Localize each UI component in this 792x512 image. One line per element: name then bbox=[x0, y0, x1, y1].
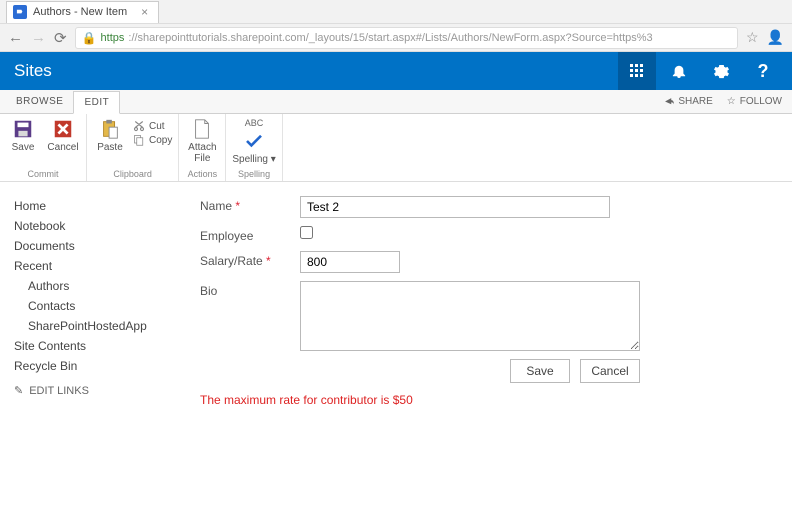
url-field[interactable]: 🔒 https ://sharepointtutorials.sharepoin… bbox=[75, 27, 738, 49]
suite-icons: ? bbox=[618, 52, 782, 90]
notifications-icon[interactable] bbox=[660, 52, 698, 90]
browser-tab[interactable]: Authors - New Item × bbox=[6, 1, 159, 23]
form-cancel-button[interactable]: Cancel bbox=[580, 359, 640, 383]
name-field[interactable] bbox=[300, 196, 610, 218]
ribbon-group-label: Actions bbox=[188, 169, 218, 179]
edit-links-button[interactable]: ✎ EDIT LINKS bbox=[14, 384, 174, 397]
employee-label: Employee bbox=[200, 226, 300, 243]
ribbon-group-label: Commit bbox=[28, 169, 59, 179]
settings-icon[interactable] bbox=[702, 52, 740, 90]
attach-file-button[interactable]: Attach File bbox=[185, 118, 219, 164]
ribbon-tabs: BROWSE EDIT SHARE ☆FOLLOW bbox=[0, 90, 792, 114]
share-button[interactable]: SHARE bbox=[663, 96, 712, 107]
save-icon bbox=[12, 118, 34, 140]
name-label: Name * bbox=[200, 196, 300, 213]
reload-icon[interactable]: ⟳ bbox=[54, 29, 67, 47]
back-icon[interactable]: ← bbox=[8, 29, 23, 46]
paste-button[interactable]: Paste bbox=[93, 118, 127, 153]
pencil-icon: ✎ bbox=[14, 384, 23, 397]
ribbon-group-actions: Attach File Actions bbox=[179, 114, 226, 181]
form-save-button[interactable]: Save bbox=[510, 359, 570, 383]
ribbon-group-spelling: ABC Spelling ▾ Spelling bbox=[226, 114, 282, 181]
ribbon-group-clipboard: Paste Cut Copy Clipboard bbox=[87, 114, 179, 181]
ribbon: Save Cancel Commit Paste Cut bbox=[0, 114, 792, 182]
spelling-button[interactable]: ABC Spelling ▾ bbox=[232, 118, 275, 165]
close-icon[interactable]: × bbox=[141, 5, 148, 19]
forward-icon[interactable]: → bbox=[31, 29, 46, 46]
suite-bar: Sites ? bbox=[0, 52, 792, 90]
sidebar-item-contacts[interactable]: Contacts bbox=[14, 296, 174, 316]
sidebar-item-recyclebin[interactable]: Recycle Bin bbox=[14, 356, 174, 376]
sidebar-item-documents[interactable]: Documents bbox=[14, 236, 174, 256]
spelling-icon bbox=[243, 130, 265, 152]
sidebar-item-app[interactable]: SharePointHostedApp bbox=[14, 316, 174, 336]
app-launcher-icon[interactable] bbox=[618, 52, 656, 90]
sharepoint-favicon-icon bbox=[13, 5, 27, 19]
user-icon[interactable]: 👤 bbox=[767, 29, 784, 46]
star-icon[interactable]: ☆ bbox=[746, 29, 759, 46]
sidebar: Home Notebook Documents Recent Authors C… bbox=[0, 182, 180, 421]
salary-label: Salary/Rate * bbox=[200, 251, 300, 268]
url-text: ://sharepointtutorials.sharepoint.com/_l… bbox=[128, 32, 652, 44]
save-button[interactable]: Save bbox=[6, 118, 40, 153]
sidebar-item-authors[interactable]: Authors bbox=[14, 276, 174, 296]
browser-tab-strip: Authors - New Item × bbox=[0, 0, 792, 24]
sidebar-item-sitecontents[interactable]: Site Contents bbox=[14, 336, 174, 356]
ribbon-group-label: Clipboard bbox=[113, 169, 152, 179]
paste-icon bbox=[99, 118, 121, 140]
ribbon-group-commit: Save Cancel Commit bbox=[0, 114, 87, 181]
new-item-form: Name * Employee Salary/Rate * Bio Save C… bbox=[180, 182, 792, 421]
validation-message: The maximum rate for contributor is $50 bbox=[200, 393, 772, 407]
sidebar-item-notebook[interactable]: Notebook bbox=[14, 216, 174, 236]
employee-checkbox[interactable] bbox=[300, 226, 313, 239]
cancel-button[interactable]: Cancel bbox=[46, 118, 80, 153]
bio-field[interactable] bbox=[300, 281, 640, 351]
sidebar-item-recent[interactable]: Recent bbox=[14, 256, 174, 276]
browser-url-bar: ← → ⟳ 🔒 https ://sharepointtutorials.sha… bbox=[0, 24, 792, 52]
suite-title: Sites bbox=[14, 61, 52, 81]
follow-button[interactable]: ☆FOLLOW bbox=[727, 96, 782, 107]
lock-icon: 🔒 bbox=[82, 31, 97, 45]
attach-file-icon bbox=[191, 118, 213, 140]
bio-label: Bio bbox=[200, 281, 300, 298]
url-https: https bbox=[101, 32, 125, 44]
cut-button[interactable]: Cut bbox=[133, 120, 172, 132]
ribbon-group-label: Spelling bbox=[238, 169, 270, 179]
cancel-icon bbox=[52, 118, 74, 140]
tab-title: Authors - New Item bbox=[33, 6, 127, 18]
salary-field[interactable] bbox=[300, 251, 400, 273]
tab-browse[interactable]: BROWSE bbox=[6, 90, 73, 113]
copy-button[interactable]: Copy bbox=[133, 134, 172, 146]
sidebar-item-home[interactable]: Home bbox=[14, 196, 174, 216]
ribbon-right: SHARE ☆FOLLOW bbox=[663, 96, 792, 107]
tab-edit[interactable]: EDIT bbox=[73, 91, 120, 114]
help-icon[interactable]: ? bbox=[744, 52, 782, 90]
